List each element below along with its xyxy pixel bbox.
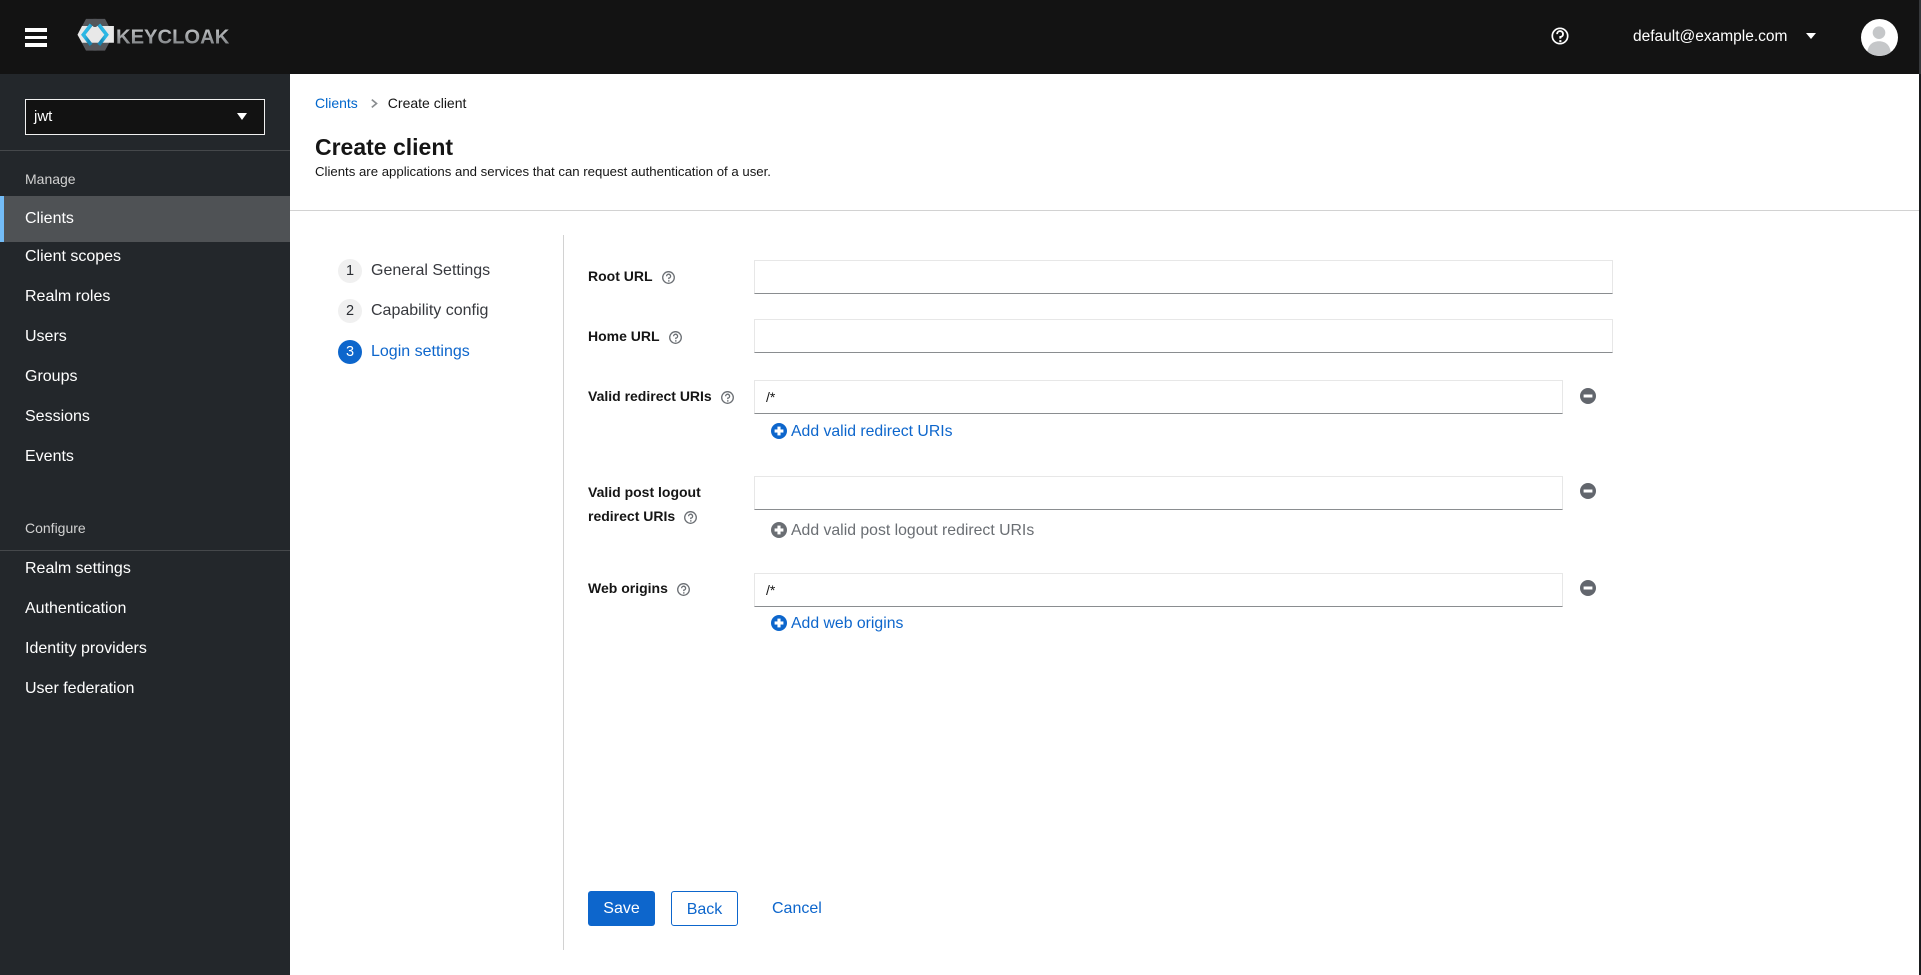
svg-text:KEYCLOAK: KEYCLOAK [116,26,230,48]
